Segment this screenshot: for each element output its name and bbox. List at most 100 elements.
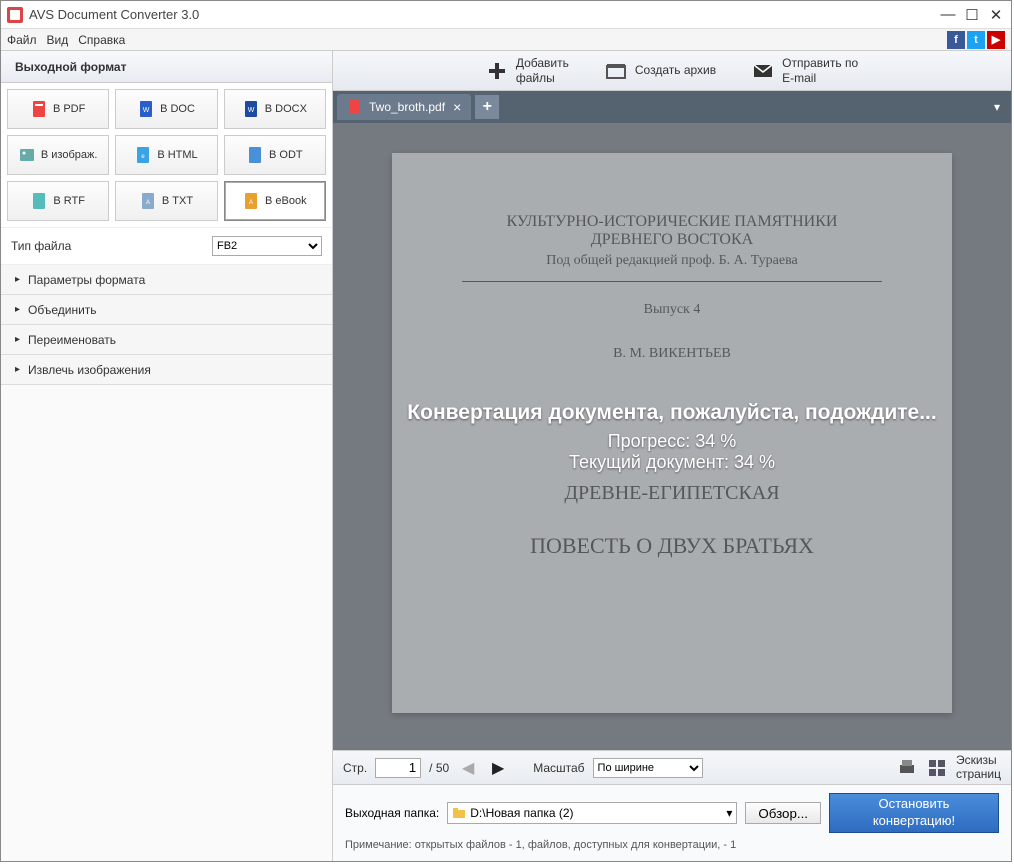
svg-text:A: A — [146, 200, 150, 206]
accordion-group: ▸ Параметры формата ▸ Объединить ▸Переимен… — [1, 265, 332, 385]
filetype-select[interactable]: FB2 — [212, 236, 322, 256]
output-row: Выходная папка: D:\Новая папка (2) ▾ Обз… — [345, 793, 999, 833]
social-links: f t ▶ — [947, 31, 1005, 49]
next-page-button[interactable]: ▶ — [487, 757, 509, 779]
docx-icon: W — [243, 101, 259, 117]
output-folder-path: D:\Новая папка (2) — [470, 806, 573, 820]
add-files-button[interactable]: Добавить файлы — [486, 56, 569, 85]
svg-text:A: A — [249, 200, 253, 206]
accordion-extract-images[interactable]: ▸Извлечь изображения — [1, 355, 332, 385]
chevron-down-icon[interactable]: ▾ — [726, 806, 732, 820]
twitter-icon[interactable]: t — [967, 31, 985, 49]
format-image-button[interactable]: В изображ. — [7, 135, 109, 175]
format-label: В TXT — [162, 195, 193, 207]
add-tab-button[interactable]: + — [475, 95, 499, 119]
filetype-row: Тип файла FB2 — [1, 227, 332, 265]
accordion-rename[interactable]: ▸Переименовать — [1, 325, 332, 355]
menu-help[interactable]: Справка — [78, 33, 125, 47]
close-button[interactable]: ✕ — [987, 6, 1005, 24]
chevron-right-icon: ▸ — [15, 274, 20, 285]
tab-dropdown-icon[interactable]: ▾ — [987, 97, 1007, 117]
mail-icon — [752, 60, 774, 82]
zoom-label: Масштаб — [533, 761, 584, 775]
left-panel: Выходной формат В PDF W В DOC W В DOCX В и… — [1, 51, 333, 861]
format-label: В eBook — [265, 195, 307, 207]
format-label: В PDF — [53, 103, 85, 115]
plus-icon — [486, 60, 508, 82]
format-ebook-button[interactable]: A В eBook — [224, 181, 326, 221]
ebook-icon: A — [243, 193, 259, 209]
bottom-bar: Выходная папка: D:\Новая папка (2) ▾ Обз… — [333, 784, 1011, 861]
txt-icon: A — [140, 193, 156, 209]
format-pdf-button[interactable]: В PDF — [7, 89, 109, 129]
format-grid: В PDF WВ DOC WВ DOCX В изображ. eВ HTML … — [1, 83, 332, 227]
app-icon — [7, 7, 23, 23]
format-odt-button[interactable]: В ODT — [224, 135, 326, 175]
accordion-format-params[interactable]: ▸ Параметры формата — [1, 265, 332, 295]
prev-page-button[interactable]: ◀ — [457, 757, 479, 779]
facebook-icon[interactable]: f — [947, 31, 965, 49]
doc-icon: W — [138, 101, 154, 117]
print-icon[interactable] — [896, 757, 918, 779]
format-label: В RTF — [53, 195, 85, 207]
format-doc-button[interactable]: W В DOC — [115, 89, 217, 129]
output-folder-label: Выходная папка: — [345, 806, 439, 820]
browse-button[interactable]: Обзор... — [745, 802, 821, 824]
svg-text:W: W — [247, 107, 254, 114]
topbar: Добавить файлы Создать архив Отправить п… — [333, 51, 1011, 91]
app-window: AVS Document Converter 3.0 — ☐ ✕ Файл Ви… — [0, 0, 1012, 862]
rtf-icon — [31, 193, 47, 209]
filetype-label: Тип файла — [11, 239, 212, 253]
format-label: В DOC — [160, 103, 195, 115]
overlay-message: Конвертация документа, пожалуйста, подож… — [407, 401, 936, 425]
zoom-select[interactable]: По ширине — [593, 758, 703, 778]
format-label: В HTML — [157, 149, 197, 161]
page-input[interactable] — [375, 758, 421, 778]
tab-close-icon[interactable]: × — [453, 99, 461, 115]
accordion-label: Параметры формата — [28, 273, 145, 287]
format-label: В ODT — [269, 149, 303, 161]
html-icon: e — [135, 147, 151, 163]
accordion-label: Объединить — [28, 303, 97, 317]
youtube-icon[interactable]: ▶ — [987, 31, 1005, 49]
status-note: Примечание: открытых файлов - 1, файлов,… — [345, 839, 999, 851]
page-label: Стр. — [343, 761, 367, 775]
chevron-right-icon: ▸ — [15, 304, 20, 315]
accordion-label: Извлечь изображения — [28, 363, 151, 377]
right-panel: Добавить файлы Создать архив Отправить п… — [333, 51, 1011, 861]
window-title: AVS Document Converter 3.0 — [29, 7, 933, 22]
maximize-button[interactable]: ☐ — [963, 6, 981, 24]
thumbnails-label: Эскизы страниц — [956, 754, 1001, 780]
preview-area: КУЛЬТУРНО-ИСТОРИЧЕСКИЕ ПАМЯТНИКИ ДРЕВНЕГ… — [333, 123, 1011, 750]
format-rtf-button[interactable]: В RTF — [7, 181, 109, 221]
pdf-icon — [347, 100, 361, 114]
format-docx-button[interactable]: W В DOCX — [224, 89, 326, 129]
button-label: Добавить файлы — [516, 56, 569, 85]
stop-conversion-button[interactable]: Остановить конвертацию! — [829, 793, 999, 833]
folder-icon — [452, 806, 466, 820]
format-label: В DOCX — [265, 103, 307, 115]
output-folder-field[interactable]: D:\Новая папка (2) ▾ — [447, 802, 737, 824]
page-total: / 50 — [429, 761, 449, 775]
button-label: Создать архив — [635, 63, 716, 77]
format-label: В изображ. — [41, 149, 98, 161]
format-txt-button[interactable]: A В TXT — [115, 181, 217, 221]
archive-icon — [605, 60, 627, 82]
format-html-button[interactable]: e В HTML — [115, 135, 217, 175]
button-label: Отправить по E-mail — [782, 56, 858, 85]
tabbar: Two_broth.pdf × + ▾ — [333, 91, 1011, 123]
svg-text:W: W — [143, 107, 150, 114]
pdf-icon — [31, 101, 47, 117]
conversion-overlay: Конвертация документа, пожалуйста, подож… — [333, 123, 1011, 750]
menu-view[interactable]: Вид — [47, 33, 69, 47]
accordion-merge[interactable]: ▸ Объединить — [1, 295, 332, 325]
output-format-header: Выходной формат — [1, 51, 332, 83]
odt-icon — [247, 147, 263, 163]
document-tab[interactable]: Two_broth.pdf × — [337, 94, 471, 120]
menu-file[interactable]: Файл — [7, 33, 37, 47]
minimize-button[interactable]: — — [939, 6, 957, 24]
titlebar: AVS Document Converter 3.0 — ☐ ✕ — [1, 1, 1011, 29]
create-archive-button[interactable]: Создать архив — [605, 60, 716, 82]
thumbnails-icon[interactable] — [926, 757, 948, 779]
send-email-button[interactable]: Отправить по E-mail — [752, 56, 858, 85]
